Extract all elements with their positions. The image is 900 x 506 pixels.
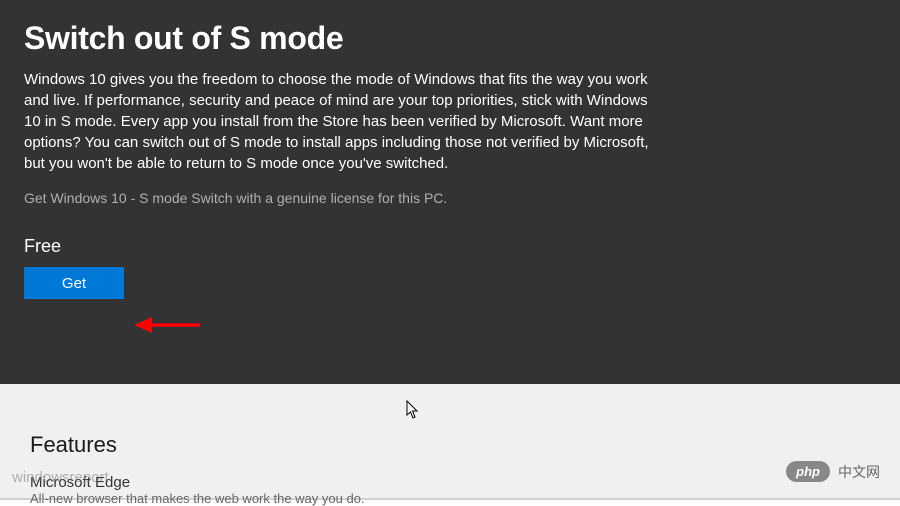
watermark-text: 中文网 <box>838 462 880 482</box>
features-section: Features Microsoft Edge All-new browser … <box>0 384 900 500</box>
price-label: Free <box>24 236 876 257</box>
store-detail-panel: Switch out of S mode Windows 10 gives yo… <box>0 0 900 384</box>
feature-description: All-new browser that makes the web work … <box>30 491 365 506</box>
product-description: Windows 10 gives you the freedom to choo… <box>24 69 664 174</box>
watermark-right: php 中文网 <box>786 461 880 482</box>
license-note: Get Windows 10 - S mode Switch with a ge… <box>24 190 876 206</box>
features-heading: Features <box>30 432 870 458</box>
get-button[interactable]: Get <box>24 267 124 299</box>
page-title: Switch out of S mode <box>24 20 876 57</box>
watermark-left: windowsreport <box>12 469 109 486</box>
php-badge-icon: php <box>786 461 830 482</box>
